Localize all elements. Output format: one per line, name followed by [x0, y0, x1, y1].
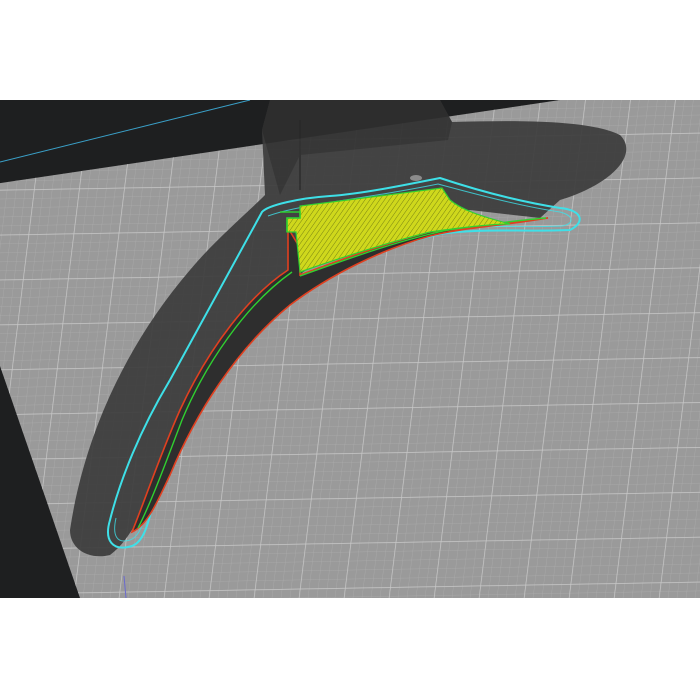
3d-print-preview-viewport[interactable] — [0, 100, 700, 598]
slicer-scene[interactable] — [0, 100, 700, 598]
